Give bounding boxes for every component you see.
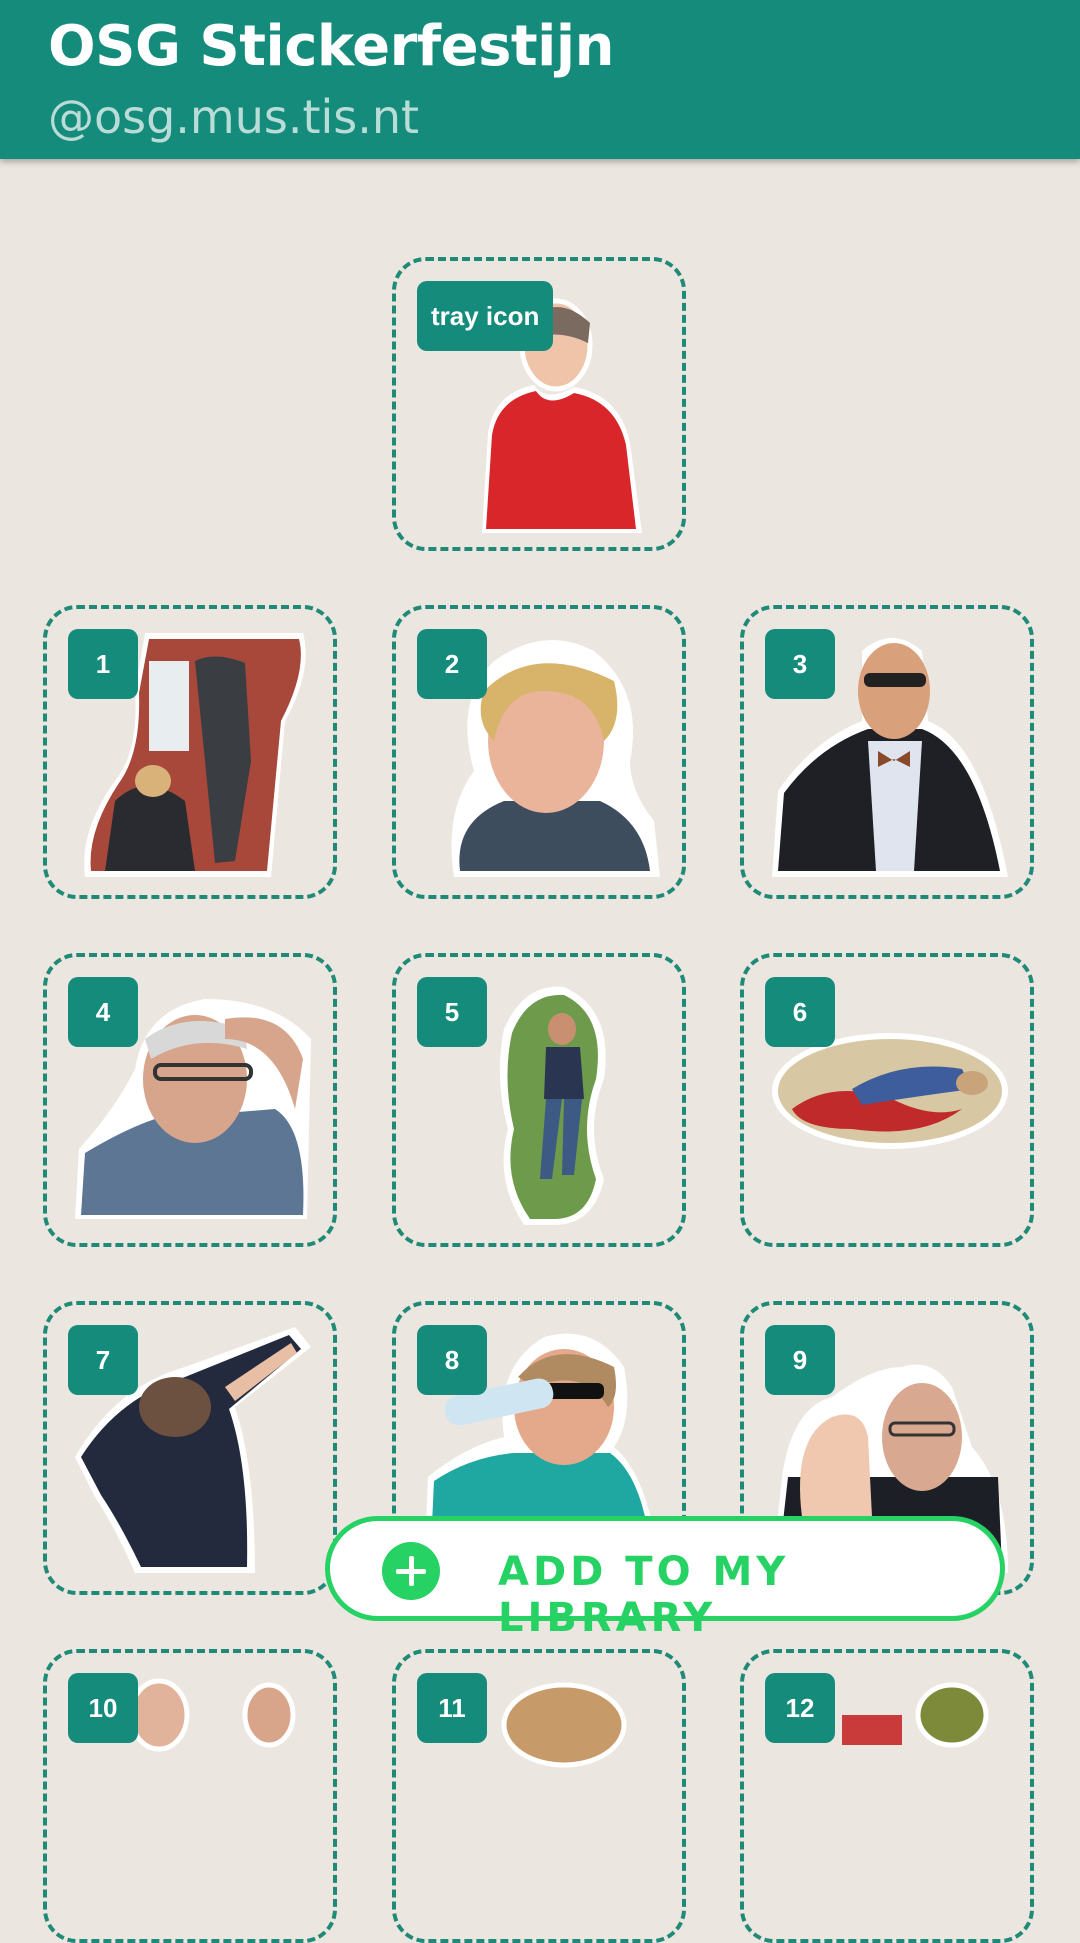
sticker-slot[interactable]: 4 <box>43 953 337 1247</box>
app-bar: OSG Stickerfestijn @osg.mus.tis.nt <box>0 0 1080 159</box>
plus-circle-icon <box>382 1542 440 1600</box>
sticker-number-badge: 9 <box>765 1325 835 1395</box>
pack-author: @osg.mus.tis.nt <box>48 90 420 144</box>
add-to-library-button[interactable]: ADD TO MY LIBRARY <box>325 1516 1005 1641</box>
sticker-number-badge: 12 <box>765 1673 835 1743</box>
sticker-number-badge: 1 <box>68 629 138 699</box>
sticker-number-badge: 5 <box>417 977 487 1047</box>
sticker-slot[interactable]: 12 <box>740 1649 1034 1943</box>
sticker-number-badge: 10 <box>68 1673 138 1743</box>
sticker-slot[interactable]: 1 <box>43 605 337 899</box>
tray-icon-slot[interactable]: tray icon <box>392 257 686 551</box>
sticker-number-badge: 7 <box>68 1325 138 1395</box>
sticker-slot[interactable]: 3 <box>740 605 1034 899</box>
sticker-slot[interactable]: 11 <box>392 1649 686 1943</box>
sticker-number-badge: 11 <box>417 1673 487 1743</box>
sticker-number-badge: 8 <box>417 1325 487 1395</box>
sticker-number-badge: 4 <box>68 977 138 1047</box>
sticker-number-badge: 2 <box>417 629 487 699</box>
tray-icon-badge: tray icon <box>417 281 554 351</box>
sticker-slot[interactable]: 2 <box>392 605 686 899</box>
sticker-number-badge: 3 <box>765 629 835 699</box>
sticker-slot[interactable]: 6 <box>740 953 1034 1247</box>
add-to-library-label: ADD TO MY LIBRARY <box>498 1549 790 1641</box>
pack-title: OSG Stickerfestijn <box>48 14 614 79</box>
sticker-slot[interactable]: 7 <box>43 1301 337 1595</box>
sticker-number-badge: 6 <box>765 977 835 1047</box>
sticker-slot[interactable]: 10 <box>43 1649 337 1943</box>
sticker-slot[interactable]: 5 <box>392 953 686 1247</box>
